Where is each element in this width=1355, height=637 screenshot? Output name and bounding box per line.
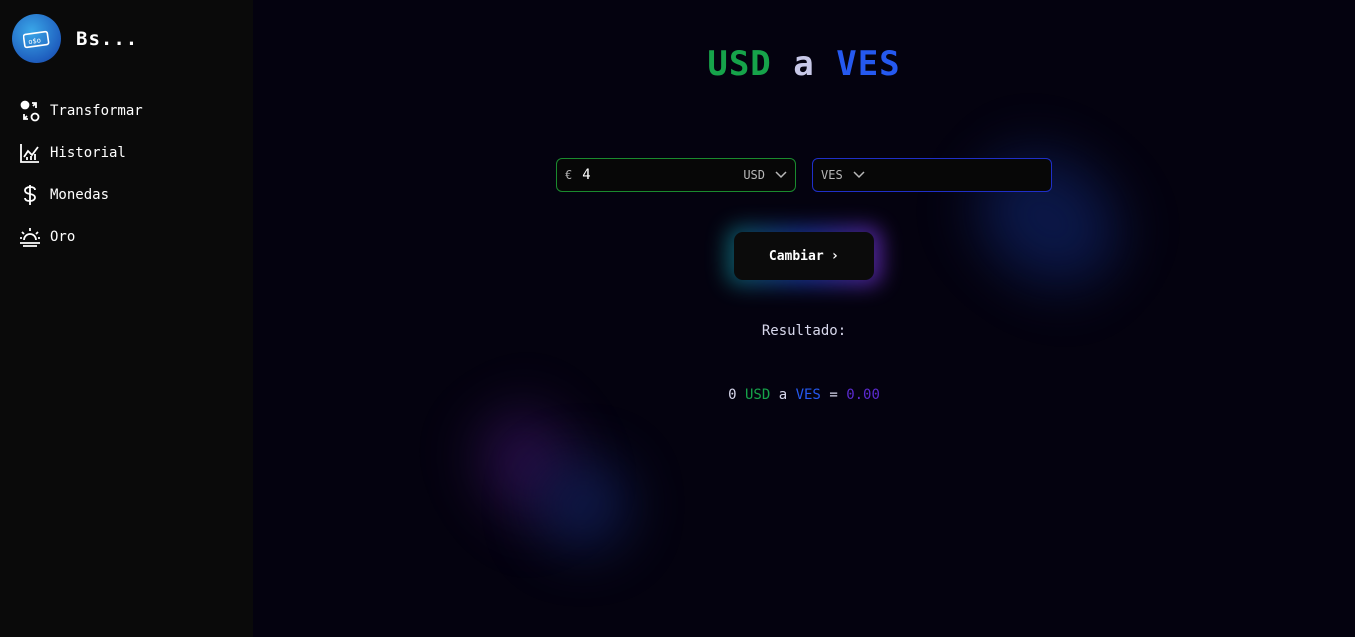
result-line: 0 USD a VES = 0.00 — [253, 387, 1355, 403]
result-label: Resultado: — [761, 323, 847, 339]
page-title: USD a VES — [253, 44, 1355, 84]
sidebar-item-label: Historial — [50, 145, 126, 161]
sidebar-item-transformar[interactable]: Transformar — [18, 98, 143, 124]
svg-text:o$o: o$o — [27, 36, 41, 46]
result-from-currency: USD — [744, 387, 771, 403]
dollar-icon — [18, 183, 42, 207]
to-currency-value: VES — [821, 168, 843, 182]
from-currency-field: € USD — [556, 158, 796, 192]
sunrise-icon — [18, 225, 42, 249]
main-content: USD a VES € USD VES Cambiar › Resultado:… — [253, 0, 1355, 637]
to-currency-select[interactable]: VES — [821, 168, 865, 182]
chevron-right-icon: › — [830, 248, 840, 264]
result-connector: a — [778, 387, 788, 403]
brand-title: Bs... — [76, 27, 139, 50]
sidebar-item-oro[interactable]: Oro — [18, 224, 143, 250]
exchange-icon — [18, 99, 42, 123]
from-currency-value: USD — [743, 168, 765, 182]
title-from-currency: USD — [707, 44, 772, 84]
title-connector: a — [793, 44, 815, 84]
result-to-currency: VES — [795, 387, 821, 403]
sidebar-item-label: Oro — [50, 229, 76, 245]
sidebar-nav: Transformar Historial Monedas Oro — [18, 98, 143, 266]
from-currency-select[interactable]: USD — [743, 168, 787, 182]
convert-button[interactable]: Cambiar › — [734, 232, 874, 280]
currency-symbol: € — [565, 168, 573, 182]
brand[interactable]: o$o Bs... — [12, 14, 138, 63]
sidebar-item-label: Transformar — [50, 103, 143, 119]
chevron-down-icon — [775, 171, 787, 179]
convert-button-label: Cambiar — [768, 248, 824, 264]
money-icon: o$o — [12, 14, 61, 63]
result-equals: = — [829, 387, 838, 403]
title-to-currency: VES — [836, 44, 901, 84]
result-amount: 0 — [728, 387, 737, 403]
sidebar-item-label: Monedas — [50, 187, 110, 203]
background-glow — [952, 127, 1144, 313]
result-value: 0.00 — [846, 387, 880, 403]
background-glow — [538, 460, 628, 550]
sidebar: o$o Bs... Transformar Historial Monedas … — [0, 0, 253, 637]
to-currency-field: VES — [812, 158, 1052, 192]
sidebar-item-historial[interactable]: Historial — [18, 140, 143, 166]
convert-button-wrapper: Cambiar › — [726, 226, 882, 286]
chevron-down-icon — [853, 171, 865, 179]
amount-input[interactable] — [582, 167, 713, 183]
chart-icon — [18, 141, 42, 165]
sidebar-item-monedas[interactable]: Monedas — [18, 182, 143, 208]
